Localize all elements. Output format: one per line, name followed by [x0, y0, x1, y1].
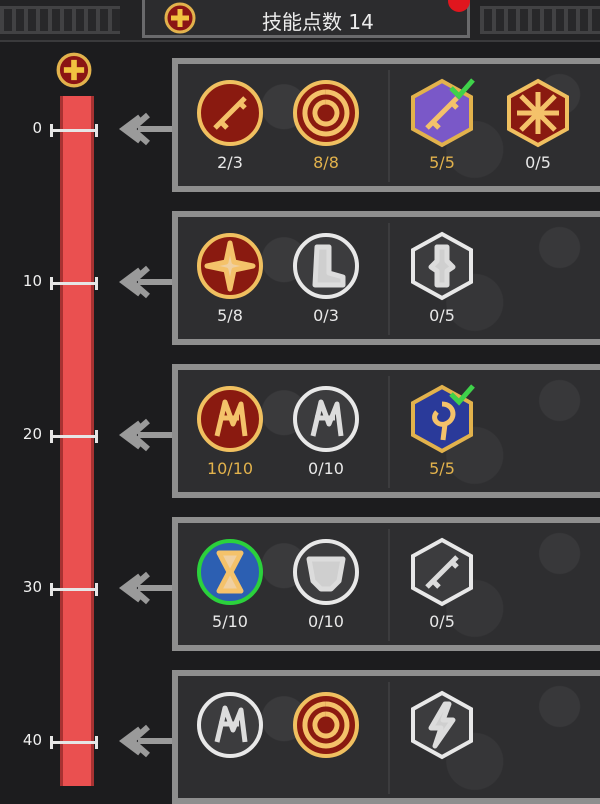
skill-level-count: 0/5 [429, 612, 455, 631]
skill-slot[interactable] [190, 684, 270, 804]
rose-shield-skill-icon[interactable] [407, 384, 477, 454]
skill-level-count: 0/10 [308, 612, 344, 631]
greek-border-right [480, 6, 600, 34]
target-skill-icon[interactable] [291, 78, 361, 148]
level-tick [50, 736, 98, 749]
skill-points-title: 技能点数 14 [262, 10, 374, 34]
skill-level-count: 5/10 [212, 612, 248, 631]
skill-level-count: 5/8 [217, 306, 243, 325]
statue-skill-icon[interactable] [407, 231, 477, 301]
level-tick-label: 0 [32, 119, 42, 137]
level-progress-bar [60, 96, 94, 786]
skill-slot[interactable] [402, 684, 482, 804]
level-connector-arrow-icon [119, 571, 174, 605]
skill-slot[interactable]: 2/3 [190, 72, 270, 192]
row-divider [388, 70, 390, 182]
row-divider [388, 529, 390, 641]
row-divider [388, 223, 390, 335]
skill-slot[interactable] [286, 684, 366, 804]
skill-slot[interactable]: 5/8 [190, 225, 270, 345]
skill-level-count: 0/5 [525, 153, 551, 172]
skill-slot[interactable]: 0/10 [286, 531, 366, 651]
skill-slot[interactable]: 0/5 [498, 72, 578, 192]
skill-slot[interactable]: 10/10 [190, 378, 270, 498]
helmet-skill-icon[interactable] [291, 537, 361, 607]
level-tick-label: 40 [22, 731, 42, 749]
purple-blade-skill-icon[interactable] [407, 78, 477, 148]
skill-slot[interactable]: 0/5 [402, 531, 482, 651]
level-tick [50, 124, 98, 137]
skill-slot[interactable]: 0/5 [402, 225, 482, 345]
boot-skill-icon[interactable] [291, 231, 361, 301]
skill-level-count: 0/5 [429, 306, 455, 325]
skill-level-count: 5/5 [429, 153, 455, 172]
check-icon [449, 78, 475, 100]
skill-level-count: 10/10 [206, 459, 254, 478]
skill-point-cross-icon [164, 2, 196, 34]
skill-slot[interactable]: 0/3 [286, 225, 366, 345]
fire-chain-skill-icon[interactable] [195, 384, 265, 454]
skill-slot[interactable]: 5/10 [190, 531, 270, 651]
skill-level-count: 5/5 [429, 459, 455, 478]
check-icon [449, 384, 475, 406]
lightning-skill-icon[interactable] [407, 690, 477, 760]
greek-border-left [0, 6, 120, 34]
skill-level-count: 0/10 [308, 459, 344, 478]
crossed-swords-skill-icon[interactable] [503, 78, 573, 148]
skill-slot[interactable]: 5/5 [402, 378, 482, 498]
target-skill-icon[interactable] [291, 690, 361, 760]
level-connector-arrow-icon [119, 418, 174, 452]
level-tick-label: 20 [22, 425, 42, 443]
row-divider [388, 376, 390, 488]
hourglass-skill-icon[interactable] [195, 537, 265, 607]
skill-slot[interactable]: 5/5 [402, 72, 482, 192]
level-tick [50, 583, 98, 596]
level-connector-arrow-icon [119, 265, 174, 299]
level-tick-label: 30 [22, 578, 42, 596]
level-tick [50, 430, 98, 443]
skill-level-count: 8/8 [313, 153, 339, 172]
row-divider [388, 682, 390, 794]
burst-skill-icon[interactable] [195, 231, 265, 301]
level-tick [50, 277, 98, 290]
skill-slot[interactable]: 0/10 [286, 378, 366, 498]
level-cross-icon [56, 52, 92, 88]
level-connector-arrow-icon [119, 724, 174, 758]
claw-skill-icon[interactable] [195, 690, 265, 760]
skill-slot[interactable]: 8/8 [286, 72, 366, 192]
skill-level-count: 0/3 [313, 306, 339, 325]
skill-level-count: 2/3 [217, 153, 243, 172]
level-tick-label: 10 [22, 272, 42, 290]
level-connector-arrow-icon [119, 112, 174, 146]
blade-slash-skill-icon[interactable] [407, 537, 477, 607]
sword-skill-icon[interactable] [195, 78, 265, 148]
shattered-skill-icon[interactable] [291, 384, 361, 454]
